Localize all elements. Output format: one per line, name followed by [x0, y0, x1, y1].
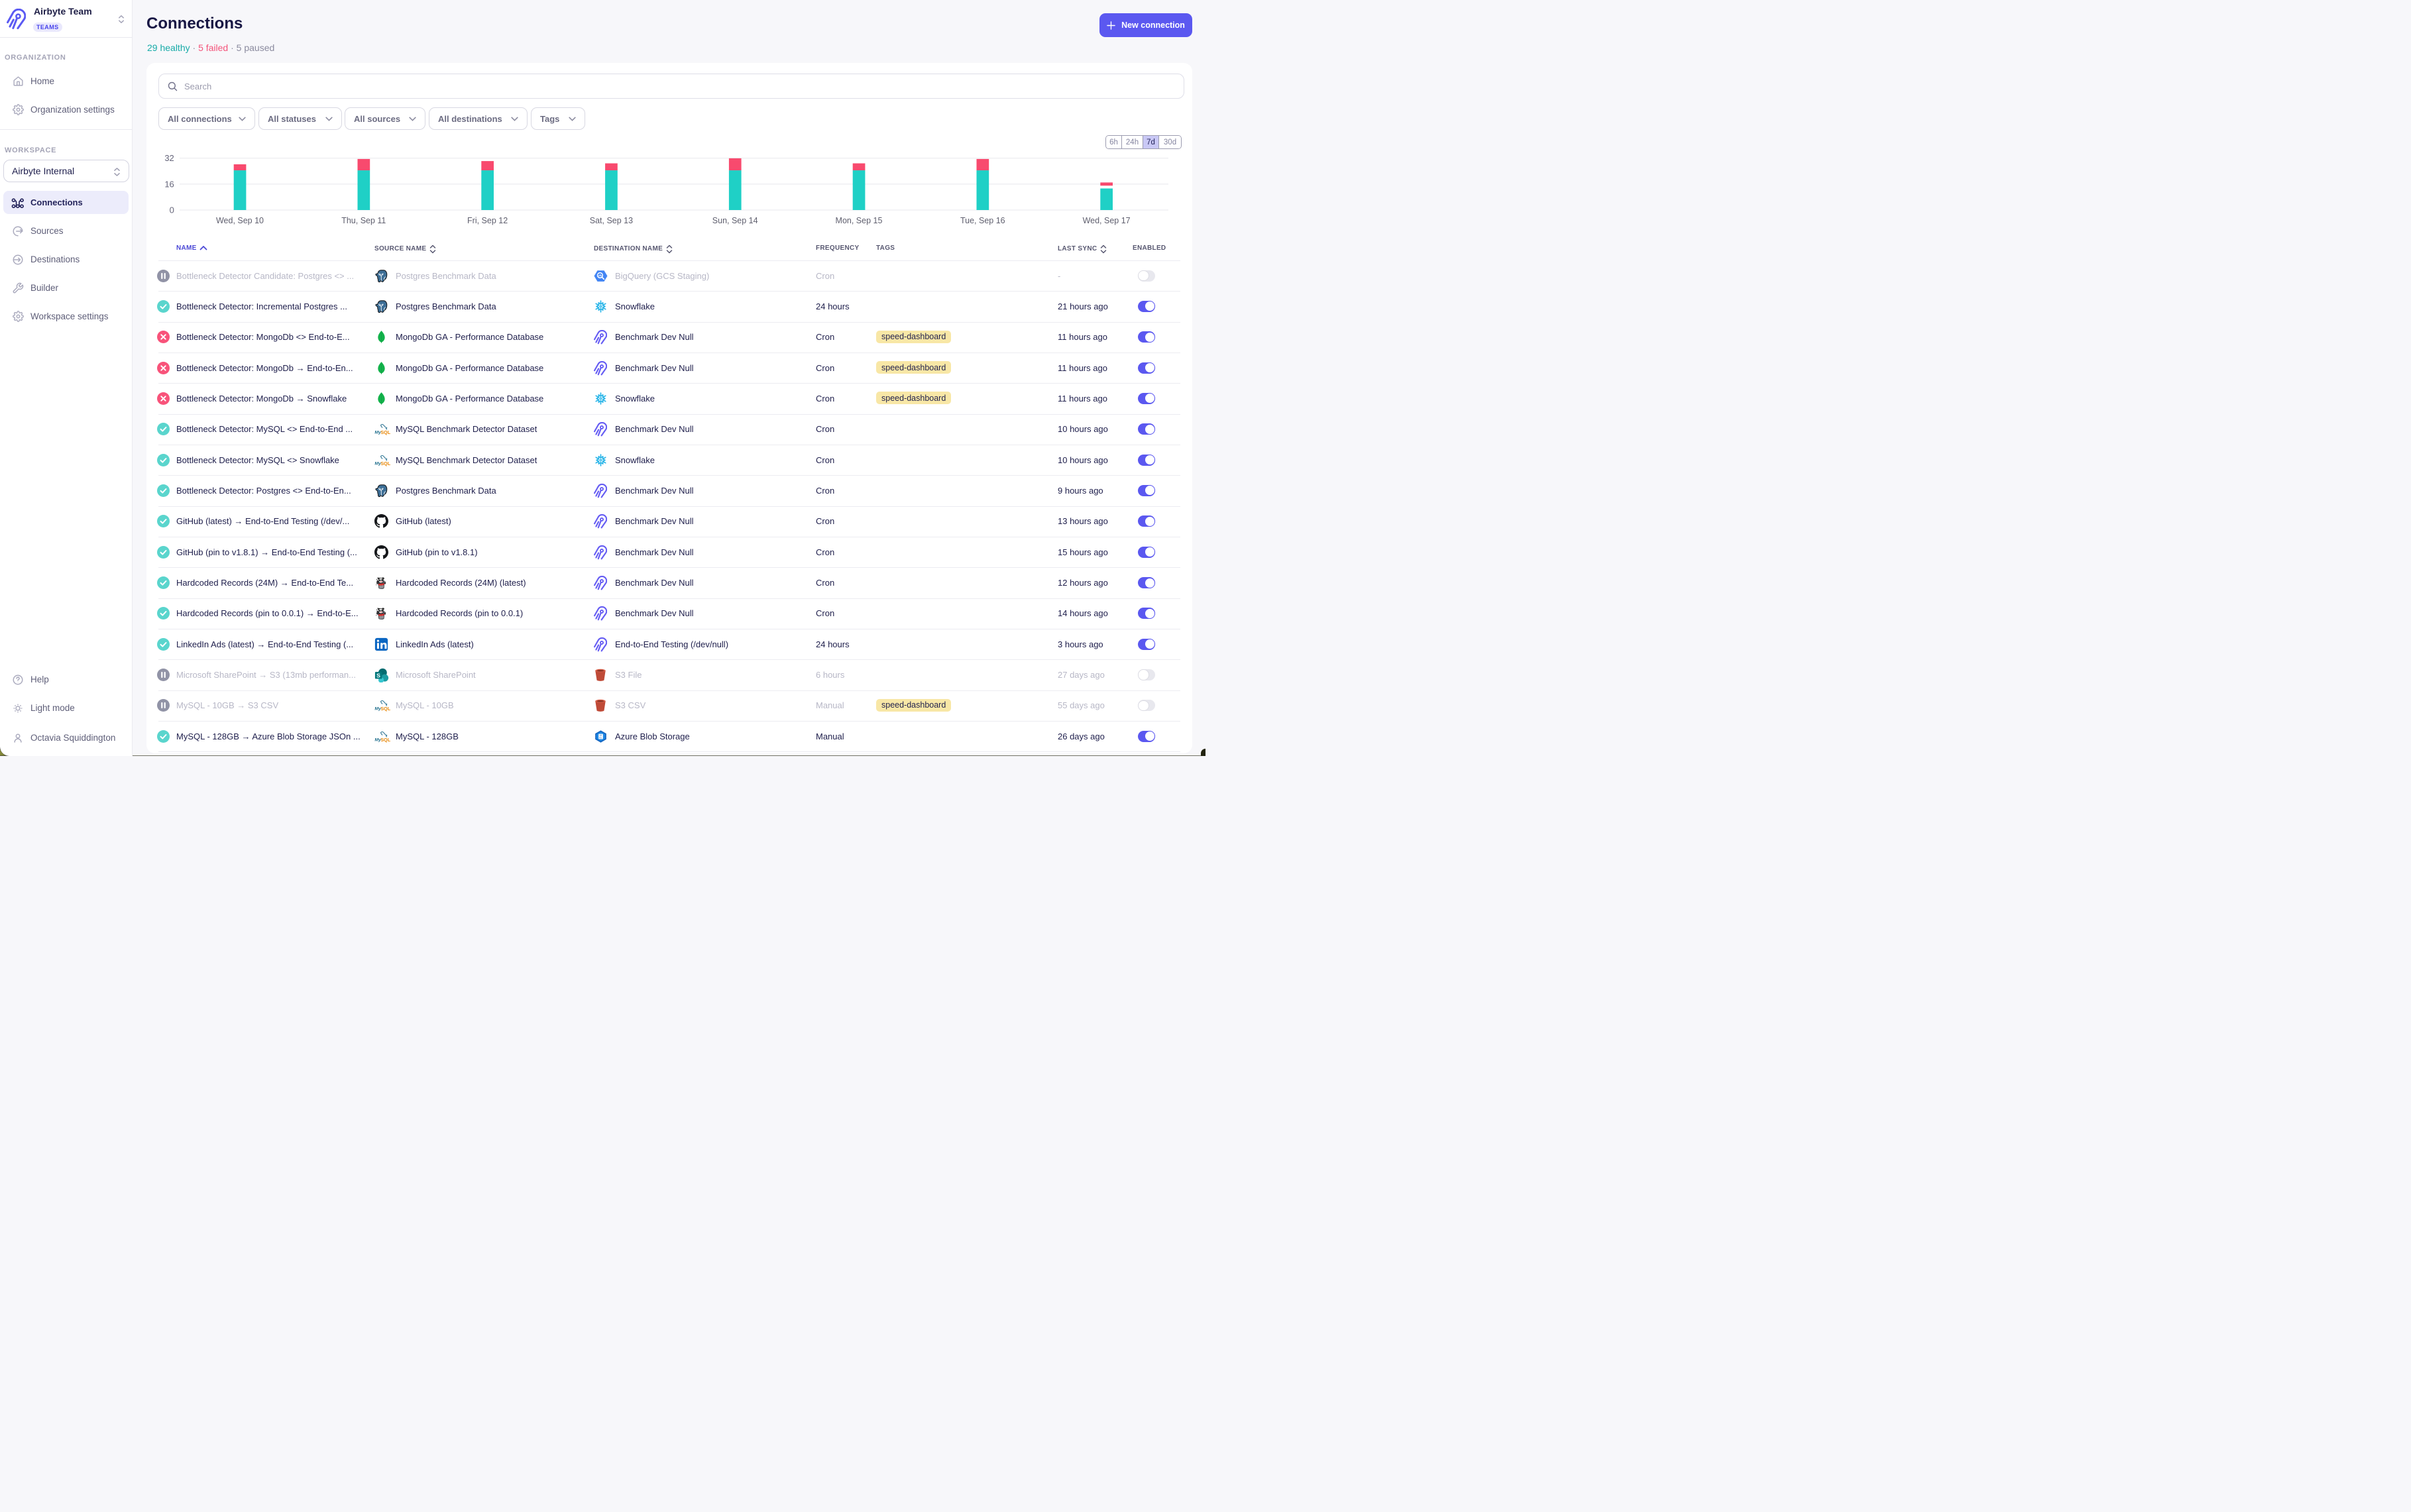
svg-text:01: 01 [599, 736, 602, 739]
svg-text:SQL..: SQL.. [380, 706, 390, 712]
svg-text:Wed, Sep 10: Wed, Sep 10 [216, 216, 264, 225]
svg-text:Sun, Sep 14: Sun, Sep 14 [712, 216, 758, 225]
svg-text:S: S [376, 673, 380, 679]
svg-text:Mon, Sep 15: Mon, Sep 15 [836, 216, 883, 225]
svg-text:Wed, Sep 17: Wed, Sep 17 [1083, 216, 1131, 225]
svg-text:Fri, Sep 12: Fri, Sep 12 [467, 216, 508, 225]
svg-text:32: 32 [164, 153, 174, 163]
svg-text:Thu, Sep 11: Thu, Sep 11 [341, 216, 386, 225]
svg-text:SQL..: SQL.. [380, 460, 390, 466]
svg-text:Sat, Sep 13: Sat, Sep 13 [590, 216, 633, 225]
svg-text:16: 16 [164, 179, 174, 189]
svg-text:SQL..: SQL.. [380, 429, 390, 435]
svg-text:0: 0 [170, 205, 174, 215]
svg-text:SQL..: SQL.. [380, 737, 390, 743]
svg-text:Tue, Sep 16: Tue, Sep 16 [960, 216, 1005, 225]
